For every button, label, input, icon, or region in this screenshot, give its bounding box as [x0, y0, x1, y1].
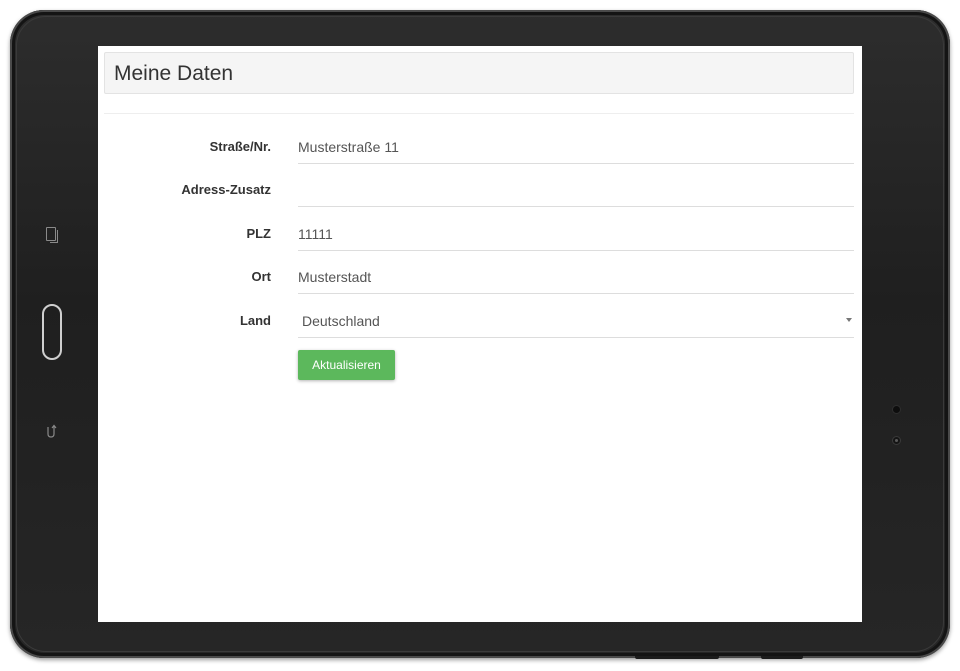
header-divider [104, 113, 854, 114]
address-extra-label: Adress-Zusatz [181, 182, 271, 197]
chevron-down-icon [846, 318, 852, 322]
zip-label: PLZ [246, 226, 271, 241]
home-button[interactable] [42, 304, 62, 360]
back-icon[interactable] [46, 423, 58, 439]
update-button[interactable]: Aktualisieren [298, 350, 395, 380]
country-select[interactable]: Deutschland [298, 304, 854, 338]
light-sensor [893, 437, 900, 444]
country-row: Land Deutschland [98, 313, 862, 357]
device-side-button [635, 656, 719, 659]
city-label: Ort [251, 269, 272, 284]
page-title: Meine Daten [114, 62, 234, 85]
device-side-button [761, 656, 803, 659]
tablet-screen: Meine Daten Straße/Nr. Adress-Zusatz PLZ… [98, 46, 862, 622]
page-header: Meine Daten [104, 52, 854, 94]
address-extra-input[interactable] [298, 173, 854, 207]
street-input[interactable] [298, 130, 854, 164]
street-label: Straße/Nr. [209, 139, 271, 154]
recent-apps-icon[interactable] [46, 227, 58, 243]
country-selected-value: Deutschland [302, 313, 380, 329]
country-label: Land [239, 313, 271, 328]
front-camera [893, 406, 900, 413]
zip-input[interactable] [298, 217, 854, 251]
city-input[interactable] [298, 260, 854, 294]
